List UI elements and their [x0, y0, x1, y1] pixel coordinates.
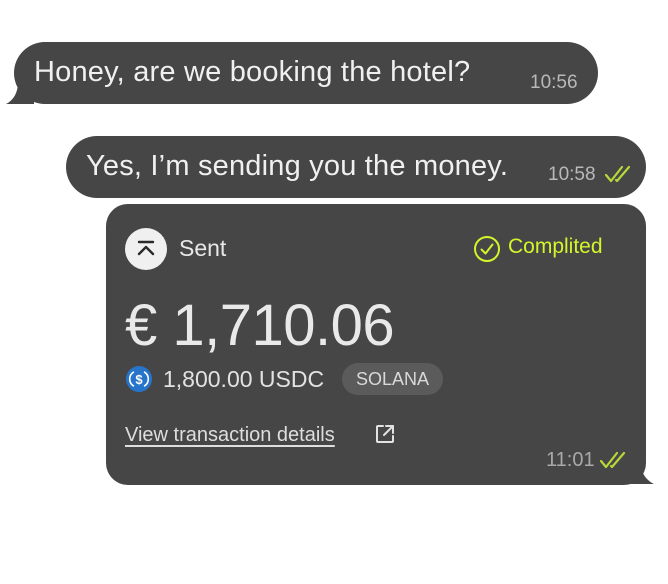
double-check-icon [599, 451, 626, 469]
message-text: Honey, are we booking the hotel? [34, 56, 471, 88]
network-badge: SOLANA [342, 363, 444, 395]
incoming-message-bubble[interactable]: Honey, are we booking the hotel? 10:56 [14, 42, 598, 104]
crypto-amount: 1,800.00 USDC [163, 366, 325, 392]
status-label: Complited [508, 235, 603, 258]
view-transaction-details-link[interactable]: View transaction details [125, 424, 335, 447]
sent-arrow-icon [125, 228, 167, 270]
message-text: Yes, I’m sending you the money. [86, 150, 509, 182]
svg-text:$: $ [135, 372, 143, 387]
fiat-amount: € 1,710.06 [125, 293, 395, 358]
payment-card[interactable]: Sent Complited € 1,710.06 $ 1,800.00 USD… [106, 204, 646, 485]
double-check-icon [604, 165, 631, 183]
chat-canvas: Honey, are we booking the hotel? 10:56 Y… [0, 0, 668, 584]
check-circle-icon [474, 236, 500, 262]
direction-label: Sent [179, 235, 227, 261]
message-time: 11:01 [546, 449, 595, 471]
message-time: 10:58 [548, 164, 596, 185]
usdc-coin-icon: $ [126, 366, 152, 392]
outgoing-message-bubble[interactable]: Yes, I’m sending you the money. 10:58 [66, 136, 646, 198]
message-time: 10:56 [530, 72, 578, 93]
external-link-icon[interactable] [374, 423, 396, 445]
